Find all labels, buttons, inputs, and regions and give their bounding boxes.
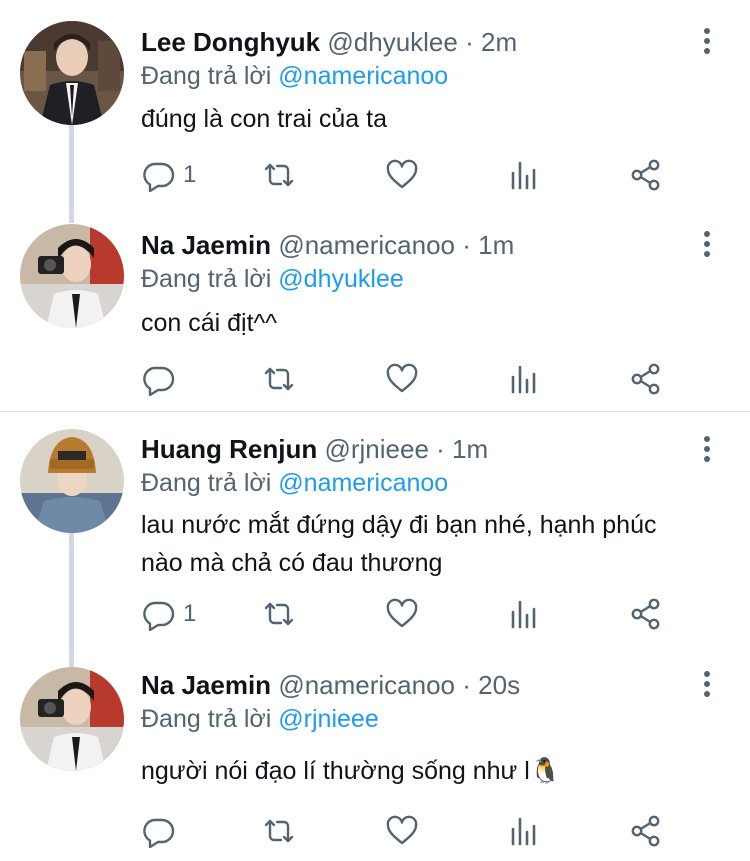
display-name[interactable]: Huang Renjun (141, 434, 317, 464)
views-button[interactable] (507, 811, 541, 851)
action-bar: 1 (0, 155, 750, 195)
avatar-photo (20, 429, 124, 533)
retweet-button[interactable] (262, 155, 296, 195)
action-bar (0, 359, 750, 399)
retweet-icon (264, 367, 294, 391)
views-bar-chart-icon (511, 600, 536, 629)
views-bar-chart-icon (511, 365, 536, 394)
share-icon (631, 598, 660, 630)
replying-to: Đang trả lời @dhyuklee (141, 262, 404, 296)
tweet-header: Huang Renjun @rjnieee · 1m (141, 432, 488, 466)
avatar-photo (20, 667, 124, 771)
replying-to-label: Đang trả lời (141, 705, 272, 733)
action-bar: 1 (0, 594, 750, 634)
retweet-button[interactable] (262, 594, 296, 634)
tweet-1[interactable]: Lee Donghyuk @dhyuklee · 2m Đang trả lời… (0, 0, 750, 223)
views-button[interactable] (507, 594, 541, 634)
reply-button[interactable] (141, 359, 183, 399)
share-icon (631, 363, 660, 395)
retweet-icon (264, 163, 294, 187)
retweet-icon (264, 602, 294, 626)
replying-to-label: Đang trả lời (141, 62, 272, 90)
reply-button[interactable] (141, 811, 183, 851)
heart-icon (386, 159, 418, 189)
user-handle[interactable]: @namericanoo (278, 670, 455, 700)
timestamp[interactable]: 20s (478, 670, 520, 700)
views-button[interactable] (507, 359, 541, 399)
share-icon (631, 815, 660, 847)
avatar[interactable] (20, 224, 124, 328)
like-button[interactable] (385, 155, 419, 195)
reply-bubble-icon (143, 162, 175, 192)
views-bar-chart-icon (511, 817, 536, 846)
timestamp[interactable]: 1m (478, 230, 514, 260)
reply-button[interactable]: 1 (141, 594, 196, 634)
separator-dot: · (436, 434, 445, 464)
tweet-3[interactable]: Huang Renjun @rjnieee · 1m Đang trả lời … (0, 412, 750, 671)
more-vertical-icon[interactable] (696, 229, 718, 259)
reply-count: 1 (183, 161, 197, 188)
display-name[interactable]: Na Jaemin (141, 670, 271, 700)
mention-link[interactable]: @dhyuklee (278, 265, 403, 293)
reply-count: 1 (183, 600, 197, 627)
avatar-photo (20, 21, 124, 125)
tweet-text: con cái địt^^ (141, 309, 278, 337)
user-handle[interactable]: @namericanoo (278, 230, 455, 260)
replying-to: Đang trả lời @namericanoo (141, 466, 448, 500)
retweet-button[interactable] (262, 811, 296, 851)
mention-link[interactable]: @rjnieee (278, 705, 378, 733)
share-button[interactable] (629, 359, 663, 399)
like-button[interactable] (385, 594, 419, 634)
reply-bubble-icon (143, 366, 175, 396)
avatar[interactable] (20, 667, 124, 771)
reply-button[interactable]: 1 (141, 155, 196, 195)
separator-dot: · (462, 230, 471, 260)
replying-to: Đang trả lời @rjnieee (141, 702, 379, 736)
share-button[interactable] (629, 155, 663, 195)
avatar[interactable] (20, 21, 124, 125)
action-bar (0, 811, 750, 851)
heart-icon (386, 363, 418, 393)
tweet-header: Na Jaemin @namericanoo · 20s (141, 668, 520, 702)
tweet-header: Lee Donghyuk @dhyuklee · 2m (141, 25, 517, 59)
more-vertical-icon[interactable] (696, 434, 718, 464)
user-handle[interactable]: @rjnieee (324, 434, 428, 464)
separator-dot: · (462, 670, 471, 700)
replying-to-label: Đang trả lời (141, 469, 272, 497)
avatar[interactable] (20, 429, 124, 533)
heart-icon (386, 598, 418, 628)
like-button[interactable] (385, 359, 419, 399)
display-name[interactable]: Lee Donghyuk (141, 27, 320, 57)
replying-to: Đang trả lời @namericanoo (141, 59, 448, 93)
reply-bubble-icon (143, 601, 175, 631)
tweet-header: Na Jaemin @namericanoo · 1m (141, 228, 514, 262)
replying-to-label: Đang trả lời (141, 265, 272, 293)
heart-icon (386, 815, 418, 845)
like-button[interactable] (385, 811, 419, 851)
views-button[interactable] (507, 155, 541, 195)
display-name[interactable]: Na Jaemin (141, 230, 271, 260)
tweet-2[interactable]: Na Jaemin @namericanoo · 1m Đang trả lời… (0, 205, 750, 410)
share-icon (631, 159, 660, 191)
mention-link[interactable]: @namericanoo (278, 469, 448, 497)
more-vertical-icon[interactable] (696, 26, 718, 56)
separator-dot: · (465, 27, 474, 57)
share-button[interactable] (629, 811, 663, 851)
tweet-text: lau nước mắt đứng dậy đi bạn nhé, hạnh p… (141, 511, 657, 577)
reply-bubble-icon (143, 818, 175, 848)
timestamp[interactable]: 1m (452, 434, 488, 464)
mention-link[interactable]: @namericanoo (278, 62, 448, 90)
retweet-icon (264, 819, 294, 843)
views-bar-chart-icon (511, 161, 536, 190)
tweet-text: người nói đạo lí thường sống như l🐧 (141, 757, 561, 785)
tweet-text: đúng là con trai của ta (141, 105, 387, 133)
timestamp[interactable]: 2m (481, 27, 517, 57)
avatar-photo (20, 224, 124, 328)
user-handle[interactable]: @dhyuklee (327, 27, 457, 57)
share-button[interactable] (629, 594, 663, 634)
retweet-button[interactable] (262, 359, 296, 399)
more-vertical-icon[interactable] (696, 669, 718, 699)
tweet-4[interactable]: Na Jaemin @namericanoo · 20s Đang trả lờ… (0, 657, 750, 861)
